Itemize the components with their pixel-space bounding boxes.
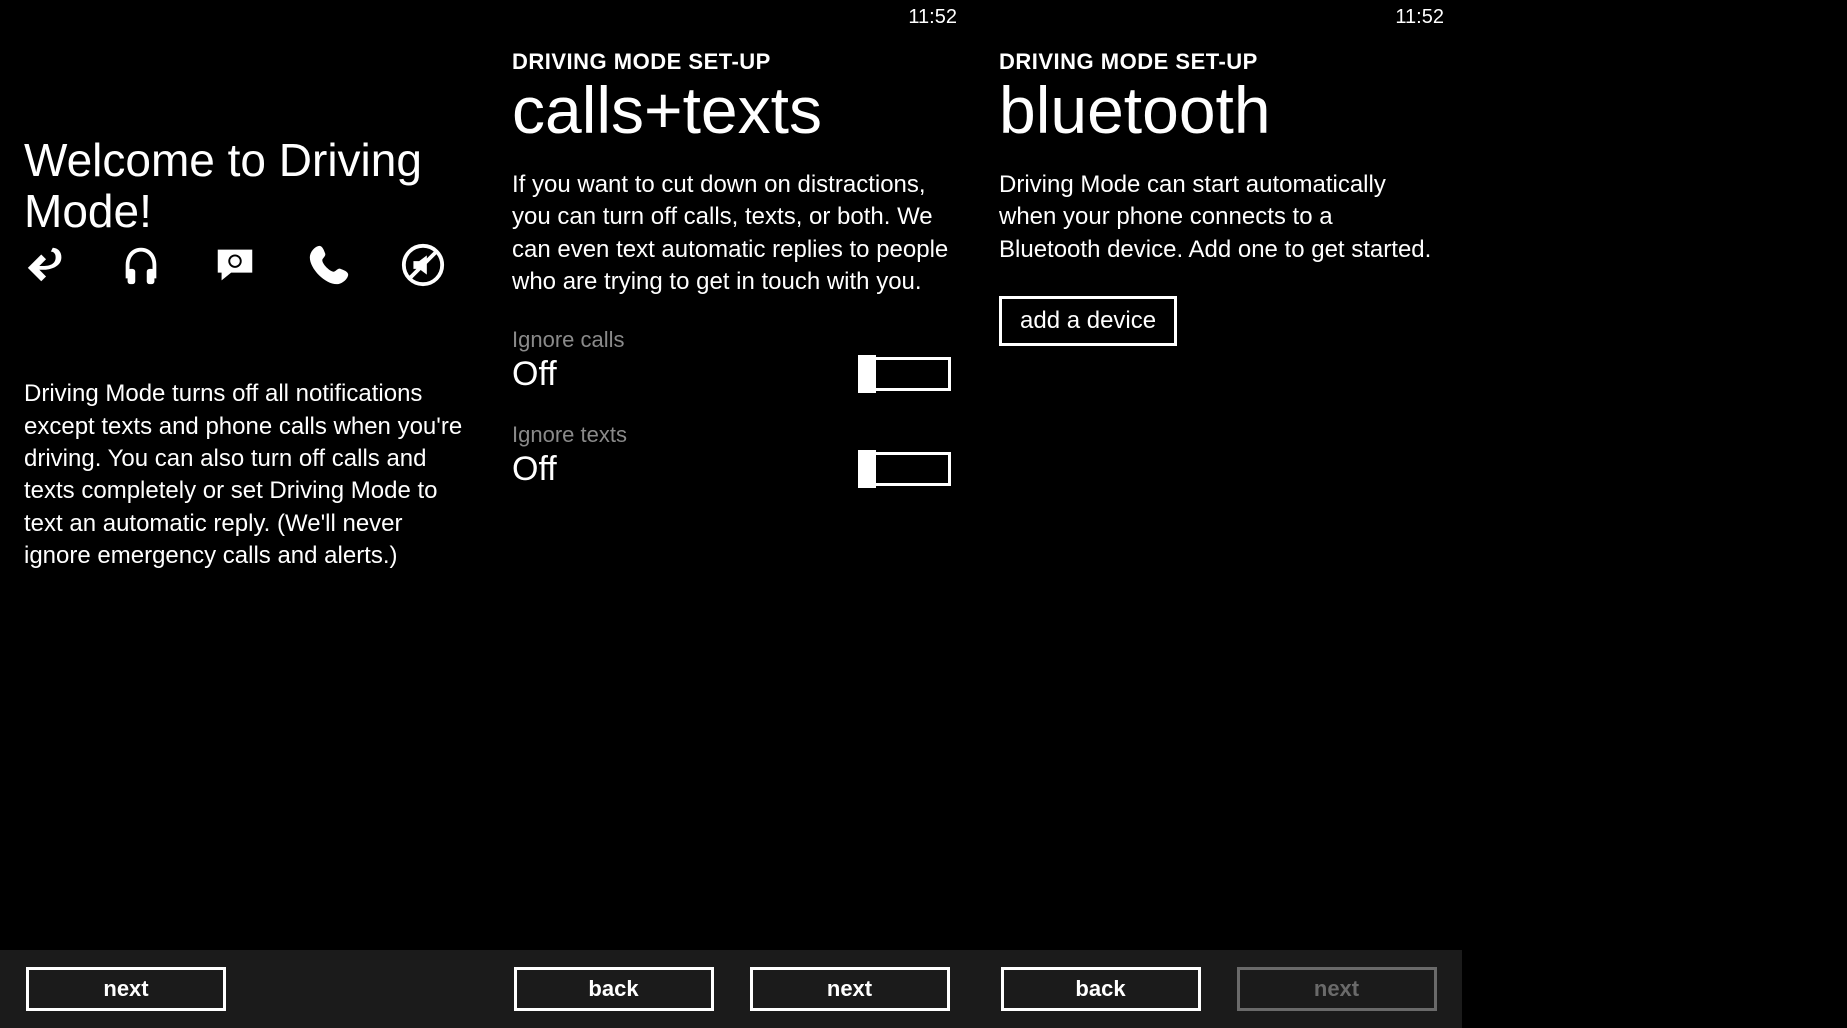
next-button[interactable]: next [750, 967, 950, 1011]
calls-texts-body: If you want to cut down on distractions,… [512, 169, 951, 299]
panel-welcome: Welcome to Driving Mode! Driving Mode tu… [0, 0, 488, 1028]
mute-icon [400, 242, 446, 288]
category-label: DRIVING MODE SET-UP [512, 49, 951, 75]
phone-icon [306, 242, 352, 288]
category-label: DRIVING MODE SET-UP [999, 49, 1438, 75]
ignore-calls-value: Off [512, 355, 557, 394]
next-button[interactable]: next [26, 967, 226, 1011]
panel-calls-texts: 11:52 DRIVING MODE SET-UP calls+texts If… [488, 0, 975, 1028]
bluetooth-body: Driving Mode can start automatically whe… [999, 169, 1438, 266]
toggle-knob-icon [858, 450, 876, 488]
welcome-title: Welcome to Driving Mode! [24, 135, 464, 236]
ignore-texts-setting: Ignore texts Off [512, 422, 951, 489]
ignore-texts-value: Off [512, 450, 557, 489]
panel-bluetooth: 11:52 DRIVING MODE SET-UP bluetooth Driv… [975, 0, 1462, 1028]
statusbar: 11:52 [975, 0, 1462, 35]
page-title: bluetooth [999, 77, 1438, 143]
add-device-button[interactable]: add a device [999, 296, 1177, 346]
next-button: next [1237, 967, 1437, 1011]
appbar: next [0, 950, 488, 1028]
ignore-calls-toggle[interactable] [863, 357, 951, 391]
ignore-texts-toggle[interactable] [863, 452, 951, 486]
appbar: back next [975, 950, 1462, 1028]
headphones-icon [118, 242, 164, 288]
back-arrow-icon [24, 242, 70, 288]
back-button[interactable]: back [1001, 967, 1201, 1011]
ignore-calls-setting: Ignore calls Off [512, 327, 951, 394]
statusbar [0, 0, 488, 35]
appbar: back next [488, 950, 975, 1028]
page-title: calls+texts [512, 77, 951, 143]
ignore-texts-label: Ignore texts [512, 422, 951, 448]
message-badge-icon [212, 242, 258, 288]
clock: 11:52 [1395, 6, 1444, 29]
toggle-knob-icon [858, 355, 876, 393]
welcome-icon-row [24, 242, 464, 288]
statusbar: 11:52 [488, 0, 975, 35]
back-button[interactable]: back [514, 967, 714, 1011]
ignore-calls-label: Ignore calls [512, 327, 951, 353]
welcome-body: Driving Mode turns off all notifications… [24, 378, 464, 572]
clock: 11:52 [908, 6, 957, 29]
